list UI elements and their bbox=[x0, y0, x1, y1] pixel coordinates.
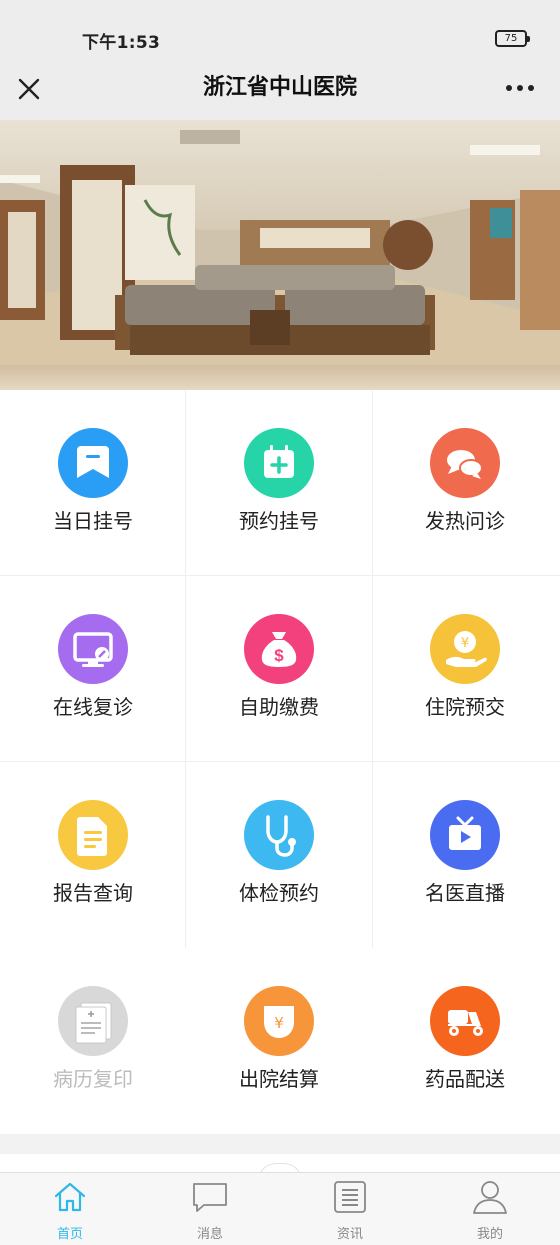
chat-bubbles-icon bbox=[430, 428, 500, 498]
service-label: 名医直播 bbox=[425, 881, 505, 905]
tab-profile[interactable]: 我的 bbox=[420, 1173, 560, 1245]
service-physical-exam[interactable]: 体检预约 bbox=[186, 762, 372, 948]
service-report-query[interactable]: 报告查询 bbox=[0, 762, 186, 948]
nav-bar: 浙江省中山医院 bbox=[0, 64, 560, 120]
service-medical-record-copy[interactable]: 病历复印 bbox=[0, 948, 186, 1134]
service-fever-consultation[interactable]: 发热问诊 bbox=[372, 390, 558, 576]
service-label: 病历复印 bbox=[53, 1067, 133, 1091]
coin-hand-icon: ¥ bbox=[430, 614, 500, 684]
news-icon bbox=[334, 1181, 366, 1213]
delivery-scooter-icon bbox=[430, 986, 500, 1056]
page-title: 浙江省中山医院 bbox=[202, 75, 357, 100]
section-divider bbox=[0, 1134, 560, 1154]
banner-image[interactable] bbox=[0, 120, 560, 390]
service-label: 发热问诊 bbox=[425, 509, 505, 533]
tab-messages[interactable]: 消息 bbox=[140, 1173, 280, 1245]
user-icon bbox=[473, 1181, 507, 1214]
svg-text:$: $ bbox=[274, 646, 284, 665]
status-time: 下午1:53 bbox=[82, 33, 161, 53]
service-online-revisit[interactable]: 在线复诊 bbox=[0, 576, 186, 762]
svg-text:¥: ¥ bbox=[461, 636, 469, 651]
service-label: 自助缴费 bbox=[239, 695, 319, 719]
battery-level: 75 bbox=[504, 33, 518, 44]
tab-label: 消息 bbox=[196, 1227, 223, 1242]
tab-news[interactable]: 资讯 bbox=[280, 1173, 420, 1245]
service-label: 在线复诊 bbox=[53, 695, 133, 719]
service-drug-delivery[interactable]: 药品配送 bbox=[372, 948, 558, 1134]
money-bag-icon: $ bbox=[244, 614, 314, 684]
yuan-wallet-icon: ¥ bbox=[244, 986, 314, 1056]
battery-icon: 75 bbox=[495, 30, 530, 47]
monitor-icon bbox=[58, 614, 128, 684]
bottom-tab-bar: 首页 消息 资讯 我的 bbox=[0, 1172, 560, 1245]
service-label: 药品配送 bbox=[425, 1067, 505, 1091]
stethoscope-icon bbox=[244, 800, 314, 870]
message-icon bbox=[193, 1183, 227, 1212]
service-label: 住院预交 bbox=[425, 695, 505, 719]
calendar-plus-icon bbox=[244, 428, 314, 498]
service-label: 预约挂号 bbox=[239, 509, 319, 533]
document-icon bbox=[58, 800, 128, 870]
status-bar: 下午1:53 75 bbox=[0, 0, 560, 64]
tab-label: 首页 bbox=[56, 1227, 83, 1242]
bookmark-icon bbox=[58, 428, 128, 498]
service-doctor-live[interactable]: 名医直播 bbox=[372, 762, 558, 948]
service-self-payment[interactable]: $ 自助缴费 bbox=[186, 576, 372, 762]
home-icon bbox=[54, 1182, 86, 1212]
service-same-day-registration[interactable]: 当日挂号 bbox=[0, 390, 186, 576]
service-label: 报告查询 bbox=[53, 881, 133, 905]
service-label: 出院结算 bbox=[239, 1067, 319, 1091]
svg-text:¥: ¥ bbox=[274, 1014, 284, 1032]
service-label: 体检预约 bbox=[239, 881, 319, 905]
service-label: 当日挂号 bbox=[53, 509, 133, 533]
tab-label: 资讯 bbox=[336, 1227, 363, 1242]
tab-home[interactable]: 首页 bbox=[0, 1173, 140, 1245]
service-discharge-settlement[interactable]: ¥ 出院结算 bbox=[186, 948, 372, 1134]
more-icon[interactable] bbox=[502, 78, 538, 98]
tv-play-icon bbox=[430, 800, 500, 870]
medical-record-icon bbox=[58, 986, 128, 1056]
service-appointment-registration[interactable]: 预约挂号 bbox=[186, 390, 372, 576]
service-inpatient-prepay[interactable]: ¥ 住院预交 bbox=[372, 576, 558, 762]
tab-label: 我的 bbox=[476, 1227, 503, 1242]
